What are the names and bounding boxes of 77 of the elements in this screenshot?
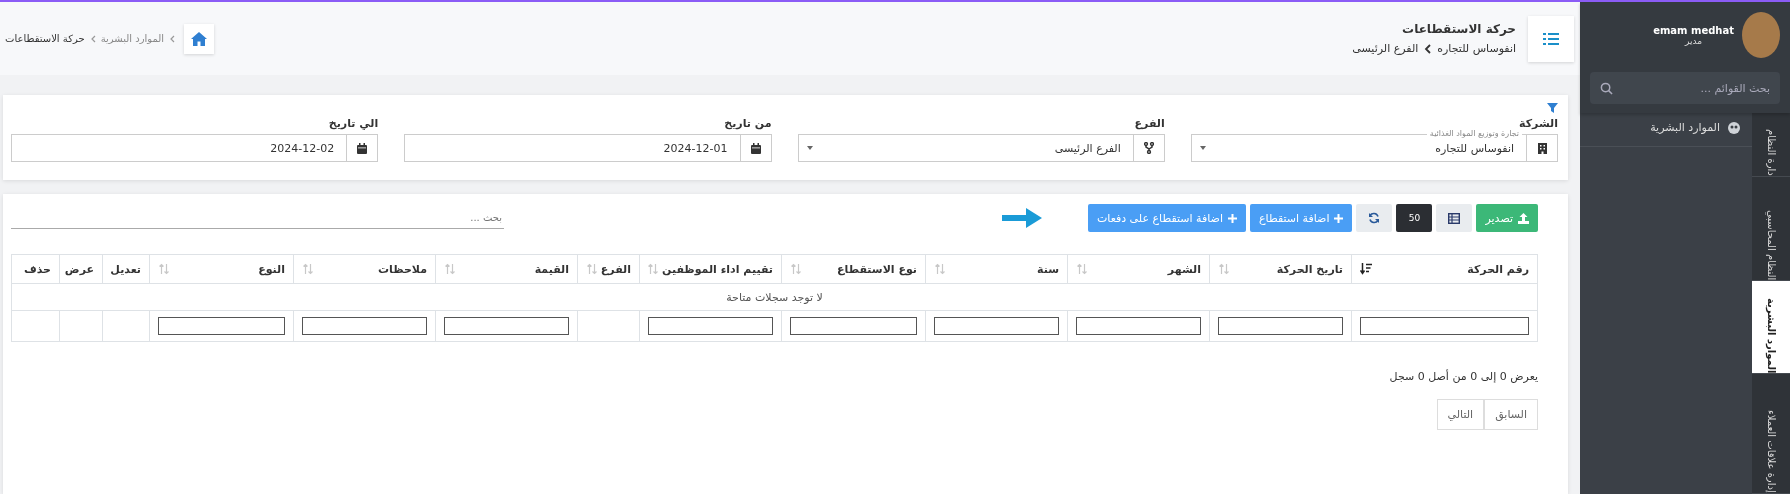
home-icon (191, 31, 208, 46)
column-header: عرض (59, 254, 103, 284)
chevron-icon (169, 34, 176, 43)
chevron-icon (1424, 43, 1432, 54)
pagination-button[interactable]: السابق (1484, 399, 1538, 430)
column-header[interactable]: ملاحظات (293, 254, 436, 284)
column-filter-input[interactable] (1360, 317, 1529, 335)
menu-button[interactable] (1528, 15, 1574, 62)
sidebar-tab[interactable]: دارة النظام (1752, 113, 1790, 177)
sidebar-tab[interactable]: الموارد البشرية (1752, 281, 1790, 374)
plus-icon (1228, 213, 1237, 223)
list-icon (1543, 31, 1559, 46)
menu-search-field[interactable]: بحث القوائم ... (1590, 72, 1780, 104)
pagination-info: يعرض 0 إلى 0 من أصل 0 سجل (1388, 370, 1538, 383)
field-label: من تاريخ (723, 117, 772, 130)
column-filter-input[interactable] (648, 317, 773, 335)
pagination-button[interactable]: التالي (1436, 399, 1485, 430)
users-icon (1728, 121, 1740, 134)
field-value: 2024-12-02 (269, 141, 336, 155)
table-icon (1448, 212, 1461, 224)
user-name: emam medhat (1653, 24, 1734, 36)
home-button[interactable] (184, 23, 215, 54)
filter-icon (1547, 103, 1558, 113)
field-value: الفرع الرئيسى (1053, 141, 1122, 155)
empty-message: لا توجد سجلات متاحة (11, 283, 1538, 311)
column-header[interactable]: القيمة (435, 254, 578, 284)
select-field[interactable]: الفرع الرئيسى (797, 134, 1165, 162)
field-label: الي تاريخ (327, 117, 379, 130)
floating-label: تجارة وتوزيع المواد الغذائية (1426, 129, 1522, 138)
column-filter-input[interactable] (934, 317, 1059, 335)
column-header[interactable]: نوع الاستقطاع (781, 254, 926, 284)
calendar-icon (750, 142, 761, 154)
breadcrumb-item[interactable]: الفرع الرئيسى (1352, 42, 1419, 55)
column-header[interactable]: الفرع (577, 254, 640, 284)
chevron-icon (89, 34, 96, 43)
search-icon (1600, 82, 1613, 95)
date-field[interactable]: 2024-12-02 (11, 134, 379, 162)
upload-icon (1518, 212, 1529, 224)
column-filter-input[interactable] (302, 317, 427, 335)
avatar (1742, 12, 1780, 58)
column-header[interactable]: تقييم اداء الموظفين (639, 254, 782, 284)
columns-button[interactable] (1436, 204, 1473, 232)
field-label: الشركة (1519, 117, 1558, 130)
breadcrumb-item[interactable]: انفوساس للتجاره (1437, 42, 1516, 55)
column-header[interactable]: رقم الحركة (1351, 254, 1538, 284)
date-field[interactable]: 2024-12-01 (404, 134, 772, 162)
breadcrumb-item[interactable]: حركة الاستقطاعات (5, 33, 85, 44)
field-label: الفرع (1133, 117, 1165, 130)
column-filter-input[interactable] (1076, 317, 1201, 335)
plus-icon (1334, 213, 1344, 223)
column-filter-input[interactable] (444, 317, 569, 335)
page-size-button[interactable]: 50 (1396, 204, 1433, 232)
breadcrumb-item[interactable]: الموارد البشرية (100, 33, 165, 44)
field-value: انفوساس للتجاره (1434, 141, 1515, 155)
column-header[interactable]: تاريخ الحركة (1209, 254, 1352, 284)
arrow-icon (1001, 207, 1042, 229)
column-header[interactable]: النوع (149, 254, 294, 284)
refresh-icon (1368, 212, 1381, 224)
search-field[interactable]: بحث ... (11, 207, 504, 229)
calendar-icon (357, 142, 368, 154)
menu-item[interactable]: الموارد البشرية (1650, 121, 1720, 134)
caret-icon (806, 146, 813, 150)
field-value: 2024-12-01 (662, 141, 729, 155)
branch-icon (1143, 142, 1154, 154)
sidebar-tab[interactable]: إدارة علاقات العملاء (1752, 374, 1790, 494)
caret-icon (1199, 146, 1206, 150)
user-role: مدير (1685, 35, 1703, 46)
column-filter-input[interactable] (790, 317, 917, 335)
column-header[interactable]: الشهر (1067, 254, 1210, 284)
column-filter-input[interactable] (158, 317, 285, 335)
page-title: حركة الاستقطاعات (1401, 22, 1516, 36)
building-icon (1537, 142, 1547, 154)
column-header[interactable]: سنة (925, 254, 1068, 284)
column-header: حذف (11, 254, 60, 284)
column-filter-input[interactable] (1218, 317, 1343, 335)
column-header: تعديل (102, 254, 150, 284)
refresh-button[interactable] (1356, 204, 1393, 232)
